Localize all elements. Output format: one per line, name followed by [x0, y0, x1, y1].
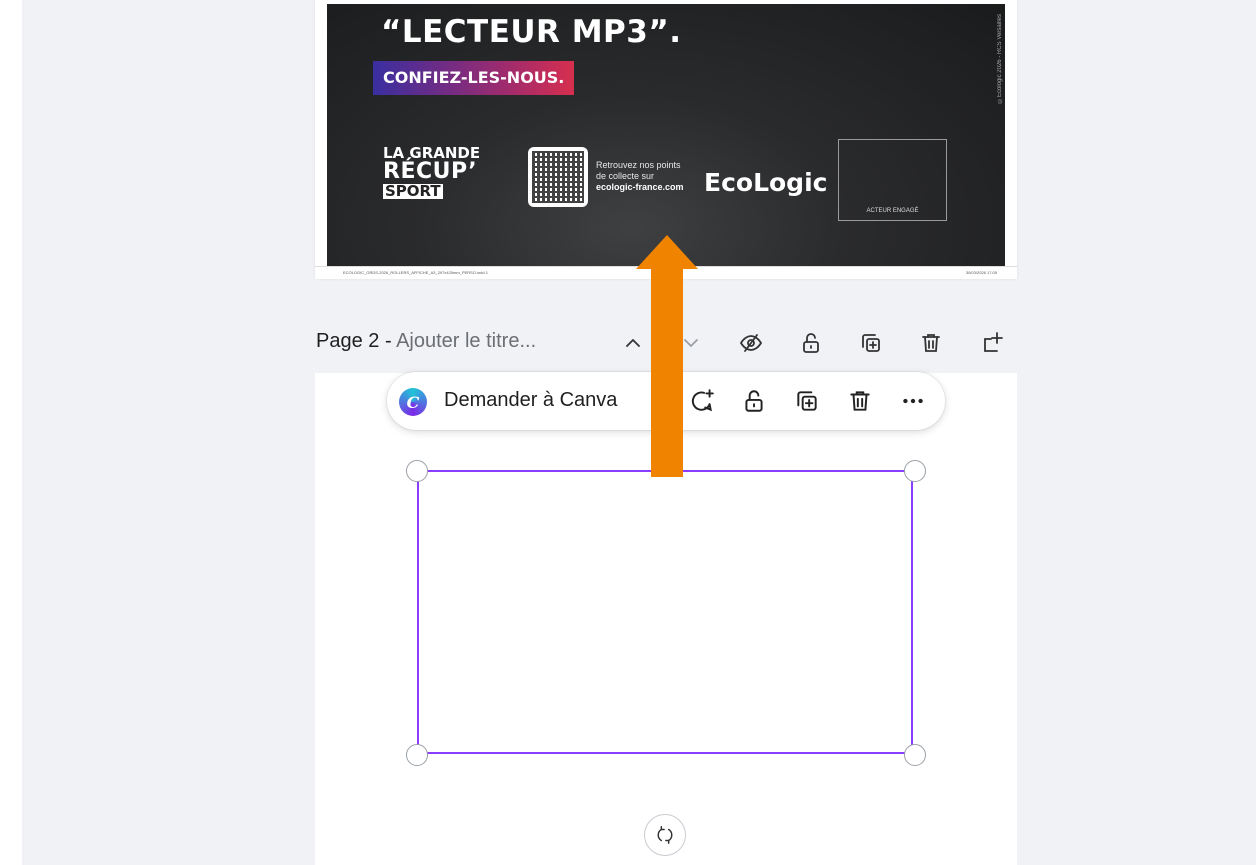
poster-tagline: CONFIEZ-LES-NOUS.: [373, 61, 575, 95]
acteur-engage-box: ACTEUR ENGAGÉ: [838, 139, 947, 221]
selected-element-frame[interactable]: [417, 470, 913, 754]
retrouvez-url: ecologic-france.com: [596, 182, 684, 192]
poster-design[interactable]: “LECTEUR MP3”. CONFIEZ-LES-NOUS. ©Ecolog…: [327, 4, 1005, 266]
page-title[interactable]: Page 2 - Ajouter le titre...: [316, 330, 536, 353]
rotate-handle[interactable]: [644, 814, 686, 856]
rotate-icon: [657, 826, 673, 844]
resize-handle-top-left[interactable]: [406, 460, 428, 482]
ecologic-logo: EcoLogic: [704, 168, 828, 197]
duplicate-icon[interactable]: [791, 385, 823, 417]
page-title-input[interactable]: Ajouter le titre...: [396, 330, 536, 352]
lock-icon[interactable]: [796, 328, 826, 358]
retrouvez-line-2: de collecte sur: [596, 171, 655, 181]
add-page-icon[interactable]: [978, 328, 1008, 358]
acteur-engage-label: ACTEUR ENGAGÉ: [866, 208, 919, 214]
resize-handle-top-right[interactable]: [904, 460, 926, 482]
qr-code: [528, 147, 588, 207]
poster-headline: “LECTEUR MP3”.: [381, 14, 682, 50]
annotation-arrow: [636, 235, 698, 477]
la-grande-recup-logo: LA GRANDE RÉCUP’ SPORT: [383, 146, 480, 199]
trash-icon[interactable]: [844, 385, 876, 417]
footer-filename: ECOLOGIC_GRDS-2026_ROLLERS_AFFICHE_A3_29…: [343, 270, 488, 275]
poster-side-text: ©Ecologic 2026 - RCS Versailles: [997, 14, 1003, 104]
footer-date: 30/03/2026 17:05: [965, 270, 997, 275]
resize-handle-bottom-left[interactable]: [406, 744, 428, 766]
retrouvez-line-1: Retrouvez nos points: [596, 160, 681, 170]
collection-points-text: Retrouvez nos points de collecte sur eco…: [596, 160, 684, 193]
page-label: Page 2 -: [316, 330, 397, 352]
hide-page-icon[interactable]: [736, 328, 766, 358]
more-options-icon[interactable]: [897, 385, 929, 417]
lock-icon[interactable]: [738, 385, 770, 417]
resize-handle-bottom-right[interactable]: [904, 744, 926, 766]
trash-icon[interactable]: [916, 328, 946, 358]
logo-line-3: SPORT: [383, 182, 443, 200]
logo-line-2: RÉCUP’: [383, 159, 478, 184]
canva-ai-icon[interactable]: C: [399, 388, 427, 416]
duplicate-page-icon[interactable]: [856, 328, 886, 358]
